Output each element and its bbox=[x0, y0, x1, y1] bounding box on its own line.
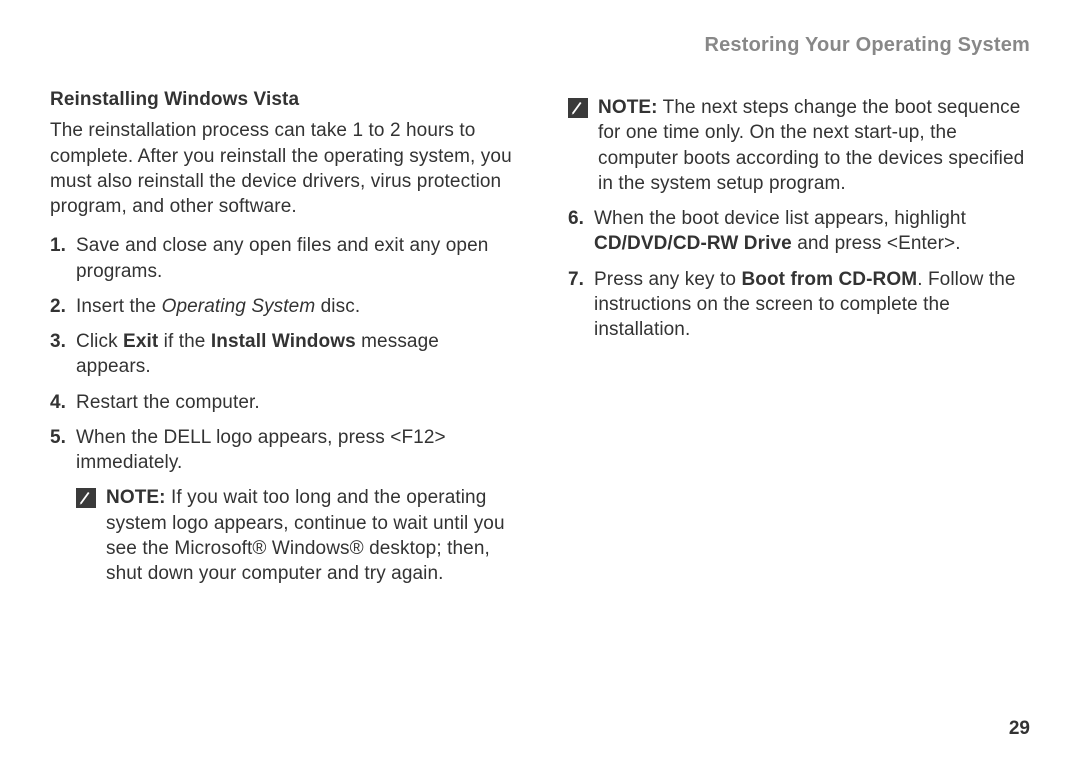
left-column: Reinstalling Windows Vista The reinstall… bbox=[50, 87, 512, 597]
step-number: 1. bbox=[50, 233, 76, 258]
step-text: When the boot device list appears, highl… bbox=[594, 206, 1030, 257]
steps-list-right: 6. When the boot device list appears, hi… bbox=[568, 206, 1030, 342]
bold-text: Install Windows bbox=[211, 331, 356, 352]
step-4: 4. Restart the computer. bbox=[50, 390, 512, 415]
section-heading: Reinstalling Windows Vista bbox=[50, 87, 512, 112]
intro-paragraph: The reinstallation process can take 1 to… bbox=[50, 118, 512, 219]
step-3: 3. Click Exit if the Install Windows mes… bbox=[50, 329, 512, 380]
note-text: NOTE: If you wait too long and the opera… bbox=[106, 485, 512, 586]
step-6: 6. When the boot device list appears, hi… bbox=[568, 206, 1030, 257]
step-text: Click Exit if the Install Windows messag… bbox=[76, 329, 512, 380]
step-5: 5. When the DELL logo appears, press <F1… bbox=[50, 425, 512, 476]
note-block: NOTE: The next steps change the boot seq… bbox=[568, 95, 1030, 196]
step-2: 2. Insert the Operating System disc. bbox=[50, 294, 512, 319]
step-1: 1. Save and close any open files and exi… bbox=[50, 233, 512, 284]
step-7: 7. Press any key to Boot from CD-ROM. Fo… bbox=[568, 267, 1030, 343]
document-page: Restoring Your Operating System Reinstal… bbox=[0, 0, 1080, 766]
step-number: 7. bbox=[568, 267, 594, 292]
step-number: 4. bbox=[50, 390, 76, 415]
step-number: 5. bbox=[50, 425, 76, 450]
steps-list-left: 1. Save and close any open files and exi… bbox=[50, 233, 512, 475]
note-text: NOTE: The next steps change the boot seq… bbox=[598, 95, 1030, 196]
bold-text: CD/DVD/CD-RW Drive bbox=[594, 233, 792, 254]
note-icon bbox=[76, 488, 96, 508]
step-text: When the DELL logo appears, press <F12> … bbox=[76, 425, 512, 476]
italic-text: Operating System bbox=[162, 296, 316, 317]
step-number: 2. bbox=[50, 294, 76, 319]
note-label: NOTE: bbox=[598, 97, 658, 118]
note-block: NOTE: If you wait too long and the opera… bbox=[50, 485, 512, 586]
bold-text: Boot from CD-ROM bbox=[741, 269, 917, 290]
step-number: 3. bbox=[50, 329, 76, 354]
page-header: Restoring Your Operating System bbox=[50, 34, 1030, 57]
bold-text: Exit bbox=[123, 331, 158, 352]
right-column: NOTE: The next steps change the boot seq… bbox=[568, 87, 1030, 597]
step-text: Restart the computer. bbox=[76, 390, 512, 415]
step-text: Insert the Operating System disc. bbox=[76, 294, 512, 319]
two-column-layout: Reinstalling Windows Vista The reinstall… bbox=[50, 87, 1030, 597]
note-label: NOTE: bbox=[106, 487, 166, 508]
step-number: 6. bbox=[568, 206, 594, 231]
step-text: Press any key to Boot from CD-ROM. Follo… bbox=[594, 267, 1030, 343]
page-number: 29 bbox=[1009, 718, 1030, 740]
step-text: Save and close any open files and exit a… bbox=[76, 233, 512, 284]
note-icon bbox=[568, 98, 588, 118]
